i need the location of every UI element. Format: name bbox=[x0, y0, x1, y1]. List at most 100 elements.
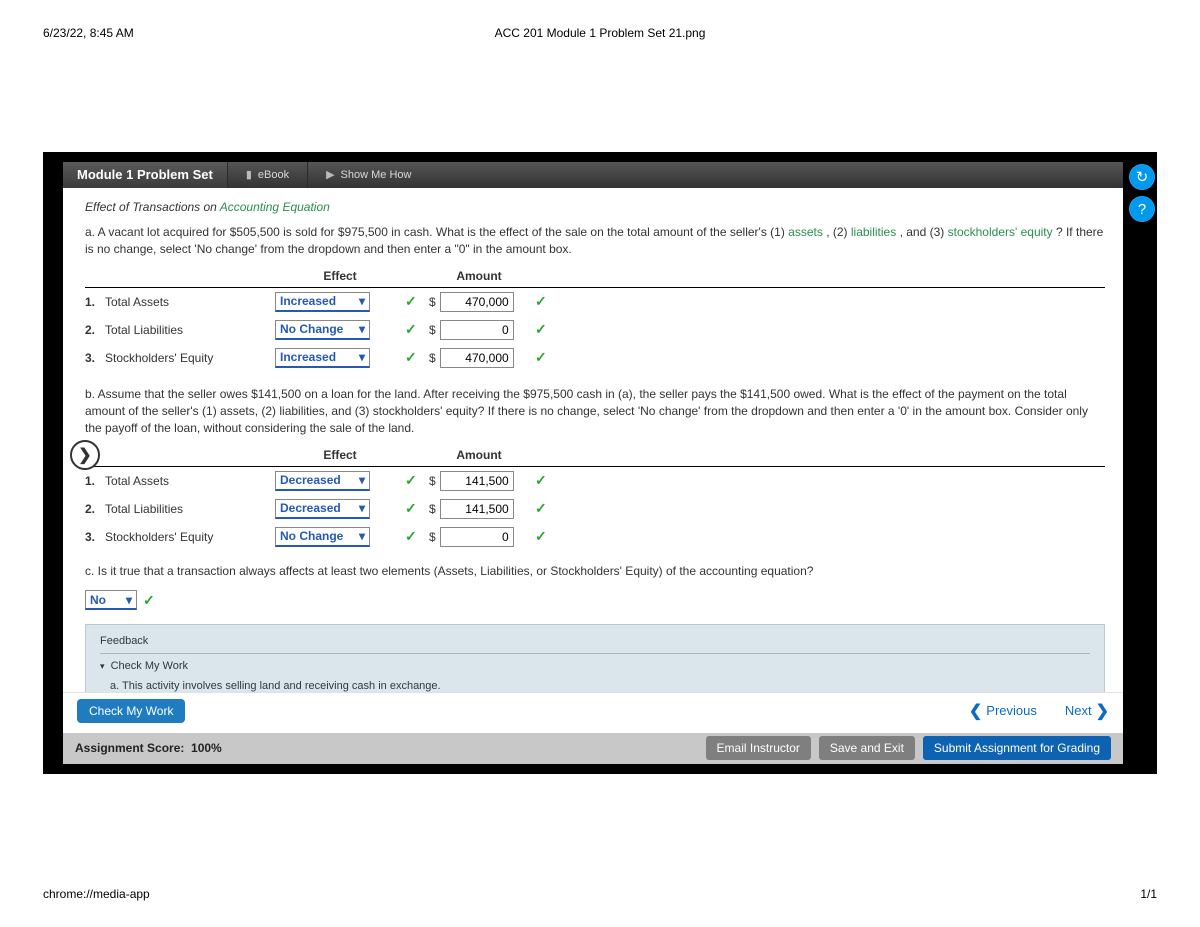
check-icon: ✓ bbox=[535, 472, 559, 489]
table-row: 2.Total LiabilitiesNo Change▾✓$✓ bbox=[85, 316, 1105, 344]
feedback-line: a. This activity involves selling land a… bbox=[110, 680, 1090, 692]
part-c-answer-dropdown[interactable]: No ▾ bbox=[85, 590, 137, 610]
col-effect: Effect bbox=[275, 448, 405, 462]
section-link[interactable]: Accounting Equation bbox=[220, 200, 330, 214]
effect-dropdown[interactable]: Increased ▾ bbox=[275, 348, 370, 368]
col-amount: Amount bbox=[429, 269, 529, 283]
tab-ebook[interactable]: ▮ eBook bbox=[227, 162, 307, 188]
table-row: 1.Total AssetsDecreased▾✓$✓ bbox=[85, 467, 1105, 495]
effect-dropdown[interactable]: No Change▾ bbox=[275, 320, 370, 340]
chevron-down-icon: ▾ bbox=[359, 529, 365, 543]
part-c-answer-value: No bbox=[90, 593, 106, 607]
part-a-prompt: a. A vacant lot acquired for $505,500 is… bbox=[85, 224, 1105, 259]
save-and-exit-button[interactable]: Save and Exit bbox=[819, 736, 915, 760]
print-page-number: 1/1 bbox=[1140, 887, 1157, 901]
table-row: 3.Stockholders' EquityNo Change▾✓$✓ bbox=[85, 523, 1105, 551]
feedback-box: Feedback ▾ Check My Work a. This activit… bbox=[85, 624, 1105, 692]
assignment-title: Module 1 Problem Set bbox=[63, 162, 227, 188]
feedback-title: Feedback bbox=[100, 635, 1090, 654]
effect-value: No Change bbox=[280, 529, 343, 543]
row-index: 3. bbox=[85, 351, 105, 365]
row-index: 2. bbox=[85, 323, 105, 337]
dollar-sign: $ bbox=[429, 530, 436, 544]
chevron-down-icon: ▾ bbox=[359, 473, 365, 487]
check-icon: ✓ bbox=[405, 321, 429, 338]
right-rail: ↻ ? bbox=[1127, 162, 1157, 228]
chevron-down-icon: ▾ bbox=[126, 593, 132, 607]
next-link[interactable]: Next ❯ bbox=[1065, 701, 1109, 721]
row-label: Total Assets bbox=[105, 474, 275, 488]
amount-input[interactable] bbox=[440, 348, 514, 368]
print-timestamp: 6/23/22, 8:45 AM bbox=[43, 26, 134, 40]
check-my-work-button[interactable]: Check My Work bbox=[77, 699, 185, 723]
link-liabilities[interactable]: liabilities bbox=[851, 225, 896, 239]
row-index: 2. bbox=[85, 502, 105, 516]
check-icon: ✓ bbox=[405, 349, 429, 366]
dollar-sign: $ bbox=[429, 295, 436, 309]
score-label: Assignment Score: 100% bbox=[75, 741, 222, 755]
footer-bar: Assignment Score: 100% Email Instructor … bbox=[63, 733, 1123, 764]
table-row: 2.Total LiabilitiesDecreased▾✓$✓ bbox=[85, 495, 1105, 523]
chevron-down-icon: ▾ bbox=[359, 350, 365, 364]
effect-value: Decreased bbox=[280, 501, 341, 515]
check-icon: ✓ bbox=[535, 528, 559, 545]
tab-show-me-how[interactable]: ▶ Show Me How bbox=[307, 162, 429, 188]
dollar-sign: $ bbox=[429, 323, 436, 337]
chevron-down-icon: ▾ bbox=[359, 322, 365, 336]
dollar-sign: $ bbox=[429, 502, 436, 516]
refresh-icon[interactable]: ↻ bbox=[1129, 164, 1155, 190]
amount-input[interactable] bbox=[440, 320, 514, 340]
effect-dropdown[interactable]: No Change ▾ bbox=[275, 527, 370, 547]
feedback-subtitle[interactable]: ▾ Check My Work bbox=[100, 660, 1090, 672]
tab-show-me-label: Show Me How bbox=[341, 169, 412, 181]
col-amount: Amount bbox=[429, 448, 529, 462]
dollar-sign: $ bbox=[429, 351, 436, 365]
print-filename: ACC 201 Module 1 Problem Set 21.png bbox=[495, 26, 706, 40]
amount-input[interactable] bbox=[440, 292, 514, 312]
content-panel: Module 1 Problem Set ▮ eBook ▶ Show Me H… bbox=[63, 162, 1123, 764]
section-title: Effect of Transactions on Accounting Equ… bbox=[85, 200, 1105, 214]
effect-dropdown[interactable]: Decreased ▾ bbox=[275, 471, 370, 491]
dollar-sign: $ bbox=[429, 474, 436, 488]
help-icon[interactable]: ? bbox=[1129, 196, 1155, 222]
action-bar: Check My Work ❮ Previous Next ❯ bbox=[63, 692, 1123, 733]
tab-ebook-label: eBook bbox=[258, 169, 289, 181]
previous-link[interactable]: ❮ Previous bbox=[969, 701, 1037, 721]
row-label: Stockholders' Equity bbox=[105, 351, 275, 365]
chevron-down-icon: ▾ bbox=[359, 294, 365, 308]
advance-circle-button[interactable]: ❯ bbox=[70, 440, 100, 470]
row-label: Stockholders' Equity bbox=[105, 530, 275, 544]
amount-input[interactable] bbox=[440, 527, 514, 547]
chevron-right-icon: ❯ bbox=[1096, 701, 1109, 721]
check-icon: ✓ bbox=[143, 592, 155, 609]
link-stockholders-equity[interactable]: stockholders' equity bbox=[948, 225, 1053, 239]
tab-bar: Module 1 Problem Set ▮ eBook ▶ Show Me H… bbox=[63, 162, 1123, 188]
link-assets[interactable]: assets bbox=[788, 225, 823, 239]
check-icon: ✓ bbox=[405, 472, 429, 489]
row-index: 1. bbox=[85, 295, 105, 309]
effect-dropdown[interactable]: Decreased ▾ bbox=[275, 499, 370, 519]
check-icon: ✓ bbox=[405, 500, 429, 517]
effect-value: Decreased bbox=[280, 473, 341, 487]
effect-dropdown[interactable]: Increased▾ bbox=[275, 292, 370, 312]
book-icon: ▮ bbox=[246, 168, 252, 181]
check-icon: ✓ bbox=[535, 500, 559, 517]
part-b-prompt: b. Assume that the seller owes $141,500 … bbox=[85, 386, 1105, 438]
effect-value: Increased bbox=[280, 350, 336, 364]
triangle-down-icon: ▾ bbox=[100, 661, 105, 671]
table-row: 1.Total AssetsIncreased▾✓$✓ bbox=[85, 288, 1105, 316]
email-instructor-button[interactable]: Email Instructor bbox=[706, 736, 811, 760]
question-body: Effect of Transactions on Accounting Equ… bbox=[63, 188, 1123, 692]
table-row: 3.Stockholders' EquityIncreased▾✓$✓ bbox=[85, 344, 1105, 372]
table-a-header: Effect Amount bbox=[85, 269, 1105, 288]
amount-input[interactable] bbox=[440, 471, 514, 491]
check-icon: ✓ bbox=[405, 293, 429, 310]
row-index: 1. bbox=[85, 474, 105, 488]
row-label: Total Liabilities bbox=[105, 323, 275, 337]
amount-input[interactable] bbox=[440, 499, 514, 519]
chevron-left-icon: ❮ bbox=[969, 701, 982, 721]
col-effect: Effect bbox=[275, 269, 405, 283]
check-icon: ✓ bbox=[535, 321, 559, 338]
submit-assignment-button[interactable]: Submit Assignment for Grading bbox=[923, 736, 1111, 760]
chevron-down-icon: ▾ bbox=[359, 501, 365, 515]
